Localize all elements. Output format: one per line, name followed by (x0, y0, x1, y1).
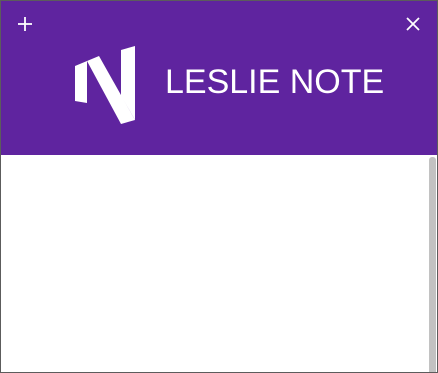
app-title: LESLIE NOTE (165, 63, 385, 101)
plus-icon (18, 17, 32, 31)
vertical-scrollbar[interactable] (429, 157, 437, 372)
close-button[interactable] (400, 11, 426, 37)
note-content-area[interactable] (1, 155, 437, 372)
close-icon (406, 17, 420, 31)
sticky-note-window: LESLIE NOTE (0, 0, 438, 373)
n-logo-icon (73, 46, 149, 124)
scrollbar-thumb[interactable] (429, 157, 436, 372)
new-note-button[interactable] (12, 11, 38, 37)
header-bar: LESLIE NOTE (1, 1, 437, 155)
